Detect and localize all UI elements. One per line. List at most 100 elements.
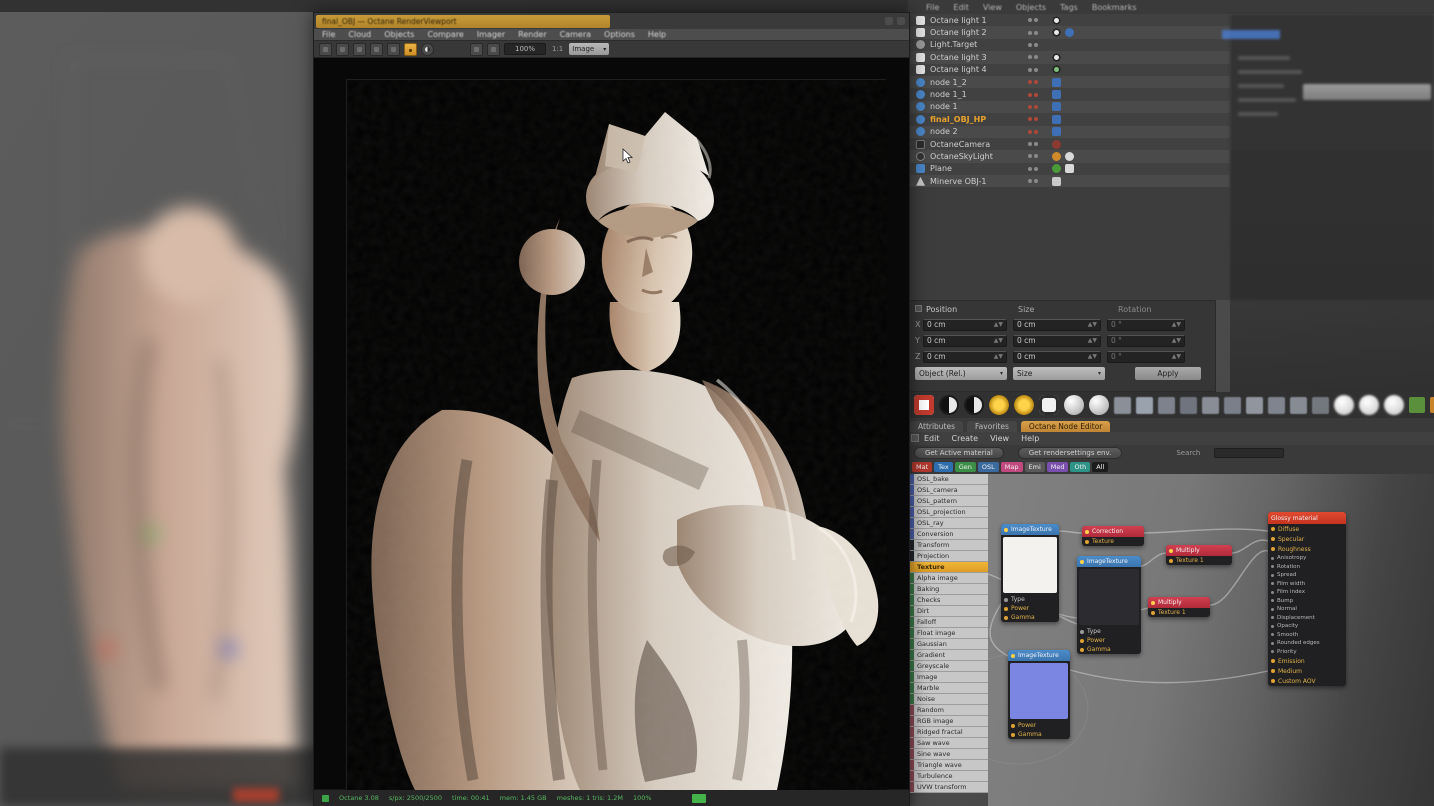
ne-menu-edit[interactable]: Edit: [924, 434, 940, 443]
material-pin[interactable]: Priority: [1268, 648, 1346, 657]
node-type-item[interactable]: Baking: [910, 584, 988, 595]
pv-menu-help[interactable]: Help: [648, 30, 666, 39]
spinner-arrows-icon[interactable]: ▲▼: [994, 354, 1003, 360]
spinner-arrows-icon[interactable]: ▲▼: [1172, 354, 1181, 360]
tag-icon[interactable]: [1052, 152, 1061, 161]
material-pin[interactable]: Roughness: [1268, 544, 1346, 554]
material-pin[interactable]: Displacement: [1268, 614, 1346, 623]
render-visibility-dot[interactable]: [1034, 55, 1038, 59]
visibility-dots[interactable]: [1028, 117, 1044, 121]
region-icon[interactable]: [387, 43, 400, 56]
node-header[interactable]: Multiply: [1148, 597, 1210, 608]
pin-dot[interactable]: [1004, 598, 1008, 602]
node-output-dot[interactable]: [1085, 530, 1089, 534]
visibility-dots[interactable]: [1028, 93, 1044, 97]
pin-dot[interactable]: [1271, 633, 1274, 636]
node-type-item[interactable]: OSL_bake: [910, 474, 988, 485]
tab-attributes[interactable]: Attributes: [910, 421, 963, 432]
material-swatch-thumb[interactable]: [1224, 397, 1241, 414]
visibility-dots[interactable]: [1028, 154, 1044, 158]
pin-dot[interactable]: [1085, 540, 1089, 544]
node-output-dot[interactable]: [1011, 654, 1015, 658]
object-row[interactable]: Light.Target: [908, 39, 1230, 51]
node-type-item[interactable]: Saw wave: [910, 738, 988, 749]
node-type-item[interactable]: Conversion: [910, 529, 988, 540]
node-type-item[interactable]: Marble: [910, 683, 988, 694]
object-row[interactable]: node 2: [908, 126, 1230, 138]
render-visibility-dot[interactable]: [1034, 93, 1038, 97]
pin-dot[interactable]: [1080, 648, 1084, 652]
visibility-dots[interactable]: [1028, 43, 1044, 47]
node-output-dot[interactable]: [1004, 528, 1008, 532]
pin-dot[interactable]: [1151, 611, 1155, 615]
pin-dot[interactable]: [1004, 607, 1008, 611]
material-pin[interactable]: Rounded edges: [1268, 639, 1346, 648]
node-type-item[interactable]: Gaussian: [910, 639, 988, 650]
pin-dot[interactable]: [1271, 591, 1274, 594]
material-swatch-thumb[interactable]: [1114, 397, 1131, 414]
tag-icon[interactable]: [1052, 65, 1061, 74]
spinner-arrows-icon[interactable]: ▲▼: [1088, 354, 1097, 360]
filter-chip-med[interactable]: Med: [1047, 462, 1069, 472]
object-row[interactable]: Octane light 4: [908, 64, 1230, 76]
position-field[interactable]: 0 cm▲▼: [923, 335, 1007, 347]
material-swatch-sphere-bw[interactable]: [939, 395, 959, 415]
material-pin[interactable]: Diffuse: [1268, 524, 1346, 534]
size-field[interactable]: 0 cm▲▼: [1013, 351, 1101, 363]
node-pin[interactable]: Gamma: [1077, 645, 1141, 654]
apply-button[interactable]: Apply: [1135, 367, 1201, 380]
close-button[interactable]: [897, 17, 905, 25]
om-menu-edit[interactable]: Edit: [953, 3, 969, 12]
pv-menu-cloud[interactable]: Cloud: [348, 30, 371, 39]
pv-menu-objects[interactable]: Objects: [384, 30, 414, 39]
visibility-dots[interactable]: [1028, 68, 1044, 72]
visibility-dots[interactable]: [1028, 167, 1044, 171]
spinner-arrows-icon[interactable]: ▲▼: [1172, 322, 1181, 328]
node-header[interactable]: ImageTexture: [1077, 556, 1141, 567]
tag-icon[interactable]: [1052, 78, 1061, 87]
node-type-item[interactable]: UVW transform: [910, 782, 988, 793]
tag-icon[interactable]: [1052, 16, 1061, 25]
node-type-item[interactable]: Greyscale: [910, 661, 988, 672]
spinner-arrows-icon[interactable]: ▲▼: [1088, 338, 1097, 344]
node-pin[interactable]: Power: [1008, 721, 1070, 730]
node-header[interactable]: Multiply: [1166, 545, 1232, 556]
pin-dot[interactable]: [1271, 574, 1274, 577]
node-pin[interactable]: Power: [1001, 604, 1059, 613]
visibility-dots[interactable]: [1028, 130, 1044, 134]
material-swatch-thumb[interactable]: [1290, 397, 1307, 414]
compare-icon[interactable]: [370, 43, 383, 56]
material-pin[interactable]: Film width: [1268, 580, 1346, 589]
pin-dot[interactable]: [1271, 642, 1274, 645]
render-visibility-dot[interactable]: [1034, 68, 1038, 72]
material-pin[interactable]: Film index: [1268, 588, 1346, 597]
pv-menu-file[interactable]: File: [322, 30, 335, 39]
history-icon[interactable]: [353, 43, 366, 56]
render-visibility-dot[interactable]: [1034, 154, 1038, 158]
editor-visibility-dot[interactable]: [1028, 31, 1032, 35]
material-swatch-thumb[interactable]: [1158, 397, 1175, 414]
node-type-item[interactable]: Noise: [910, 694, 988, 705]
object-row[interactable]: Octane light 2: [908, 26, 1230, 38]
material-swatch-ballbig[interactable]: [1359, 395, 1379, 415]
save-icon[interactable]: [319, 43, 332, 56]
render-canvas[interactable]: [314, 58, 909, 789]
filter-chip-oth[interactable]: Oth: [1070, 462, 1090, 472]
object-row[interactable]: node 1_2: [908, 76, 1230, 88]
tag-icon[interactable]: [1052, 90, 1061, 99]
pv-menu-compare[interactable]: Compare: [427, 30, 463, 39]
visibility-dots[interactable]: [1028, 142, 1044, 146]
material-swatch-sun[interactable]: [989, 395, 1009, 415]
filter-chip-mat[interactable]: Mat: [912, 462, 932, 472]
zoom-level-field[interactable]: 100%: [504, 43, 546, 55]
editor-visibility-dot[interactable]: [1028, 167, 1032, 171]
node-type-item[interactable]: Alpha image: [910, 573, 988, 584]
ne-menu-create[interactable]: Create: [952, 434, 979, 443]
pin-dot[interactable]: [1080, 639, 1084, 643]
node-type-item[interactable]: Ridged fractal: [910, 727, 988, 738]
node-header[interactable]: Glossy material: [1268, 512, 1346, 524]
editor-visibility-dot[interactable]: [1028, 154, 1032, 158]
node-header[interactable]: Correction: [1082, 526, 1144, 537]
material-pin[interactable]: Bump: [1268, 597, 1346, 606]
render-visibility-dot[interactable]: [1034, 80, 1038, 84]
